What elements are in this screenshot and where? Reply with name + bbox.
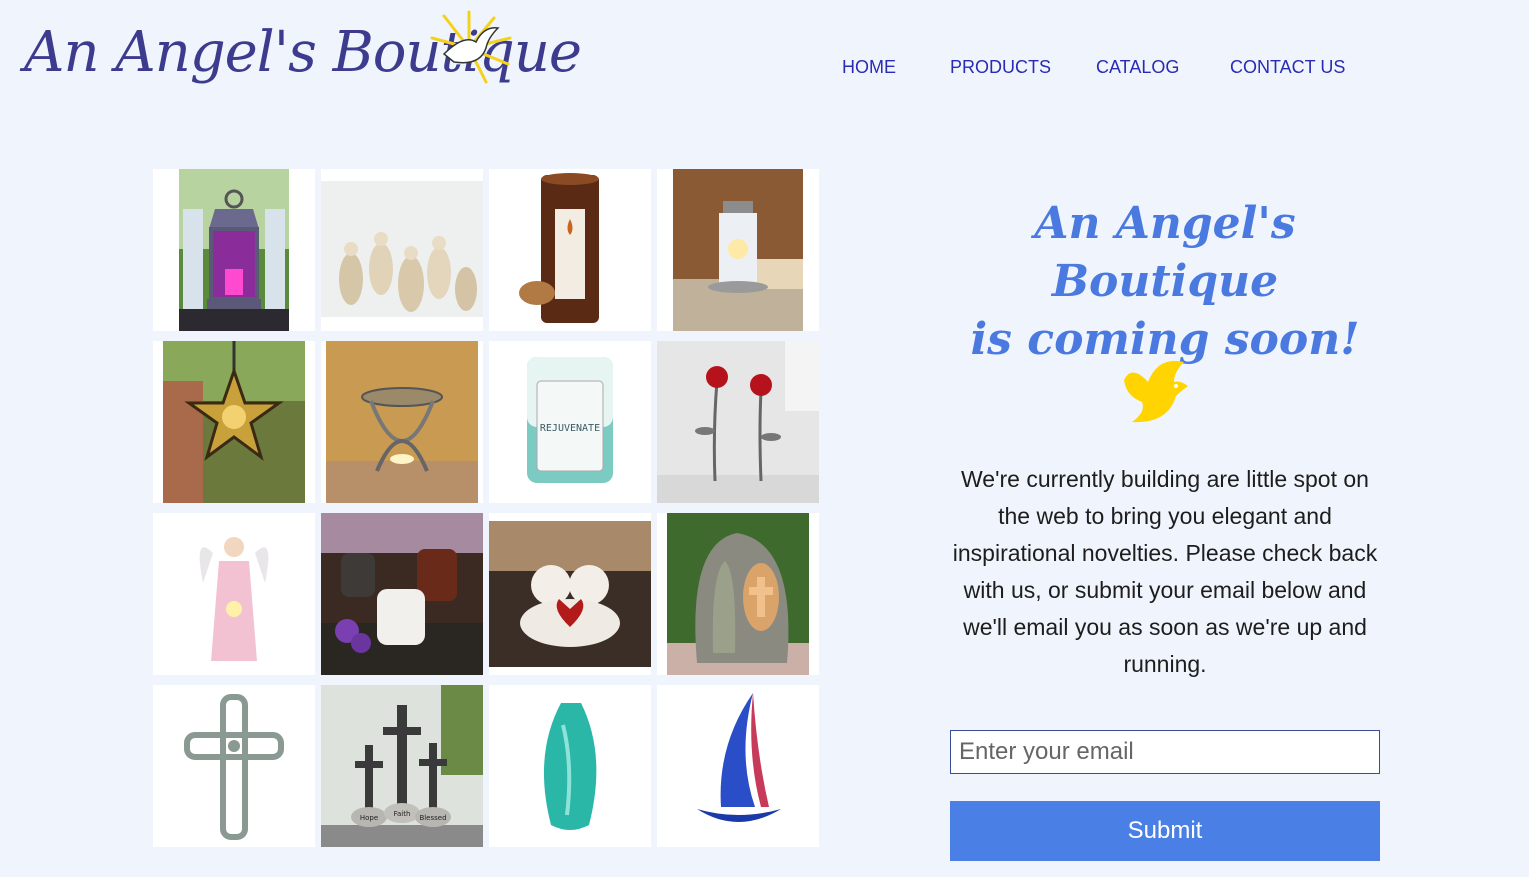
gallery-item-amber-candle[interactable]	[489, 169, 651, 331]
rejuvenate-candle-image: REJUVENATE	[489, 341, 651, 503]
purple-lantern-image	[179, 169, 289, 331]
nav-products-link[interactable]: PRODUCTS	[950, 57, 1051, 78]
gallery-item-oil-burners[interactable]	[321, 513, 483, 675]
dove-icon	[1124, 360, 1188, 423]
gallery-item-mary-statue[interactable]	[657, 513, 819, 675]
angel-figurines-image	[321, 181, 483, 317]
gallery-item-cherub-figurines[interactable]	[489, 513, 651, 675]
gallery-item-glass-sailboat[interactable]	[657, 685, 819, 847]
submit-button[interactable]: Submit	[950, 801, 1380, 861]
gallery-item-lighthouse-lantern[interactable]	[657, 169, 819, 331]
lighthouse-lantern-image	[673, 169, 803, 331]
oil-burners-image	[321, 513, 483, 675]
stone-hope-text: Hope	[360, 814, 378, 822]
oil-warmer-image	[326, 341, 478, 503]
candle-label-text: REJUVENATE	[540, 423, 600, 434]
gallery-item-teal-vase[interactable]	[489, 685, 651, 847]
three-crosses-image: Hope Faith Blessed	[321, 685, 483, 847]
email-input[interactable]	[950, 730, 1380, 774]
nav-catalog-link[interactable]: CATALOG	[1096, 57, 1179, 78]
gallery-item-star-lantern[interactable]	[153, 341, 315, 503]
nav-home-link[interactable]: HOME	[842, 57, 896, 78]
teal-vase-image	[489, 685, 651, 847]
gallery-item-ornate-cross[interactable]	[153, 685, 315, 847]
coming-soon-message: We're currently building are little spot…	[952, 466, 1378, 677]
gallery-item-purple-lantern[interactable]	[153, 169, 315, 331]
site-logo[interactable]: An Angel's Boutique	[24, 8, 582, 108]
gallery-item-angel-figurines[interactable]	[321, 169, 483, 331]
star-lantern-image	[163, 341, 305, 503]
coming-soon-panel: An Angel's Boutique is coming soon!	[935, 195, 1395, 369]
gallery-item-rose-candle-holder[interactable]	[657, 341, 819, 503]
dove-sunburst-icon	[430, 10, 512, 84]
gallery-item-oil-warmer[interactable]	[321, 341, 483, 503]
gallery-item-three-crosses[interactable]: Hope Faith Blessed	[321, 685, 483, 847]
gallery-item-rejuvenate-candle[interactable]: REJUVENATE	[489, 341, 651, 503]
nav-contact-us-link[interactable]: CONTACT US	[1230, 57, 1345, 78]
mary-statue-image	[667, 513, 809, 675]
ornate-cross-image	[153, 685, 315, 847]
rose-candle-holder-image	[657, 341, 819, 503]
amber-candle-image	[489, 169, 651, 331]
glass-sailboat-image	[657, 685, 819, 847]
stone-blessed-text: Blessed	[419, 814, 446, 822]
stone-faith-text: Faith	[394, 810, 411, 818]
gallery-item-angel-figurine[interactable]	[153, 513, 315, 675]
headline-line-1: An Angel's Boutique	[1034, 198, 1296, 307]
angel-figurine-image	[153, 513, 315, 675]
cherub-figurines-image	[489, 521, 651, 667]
